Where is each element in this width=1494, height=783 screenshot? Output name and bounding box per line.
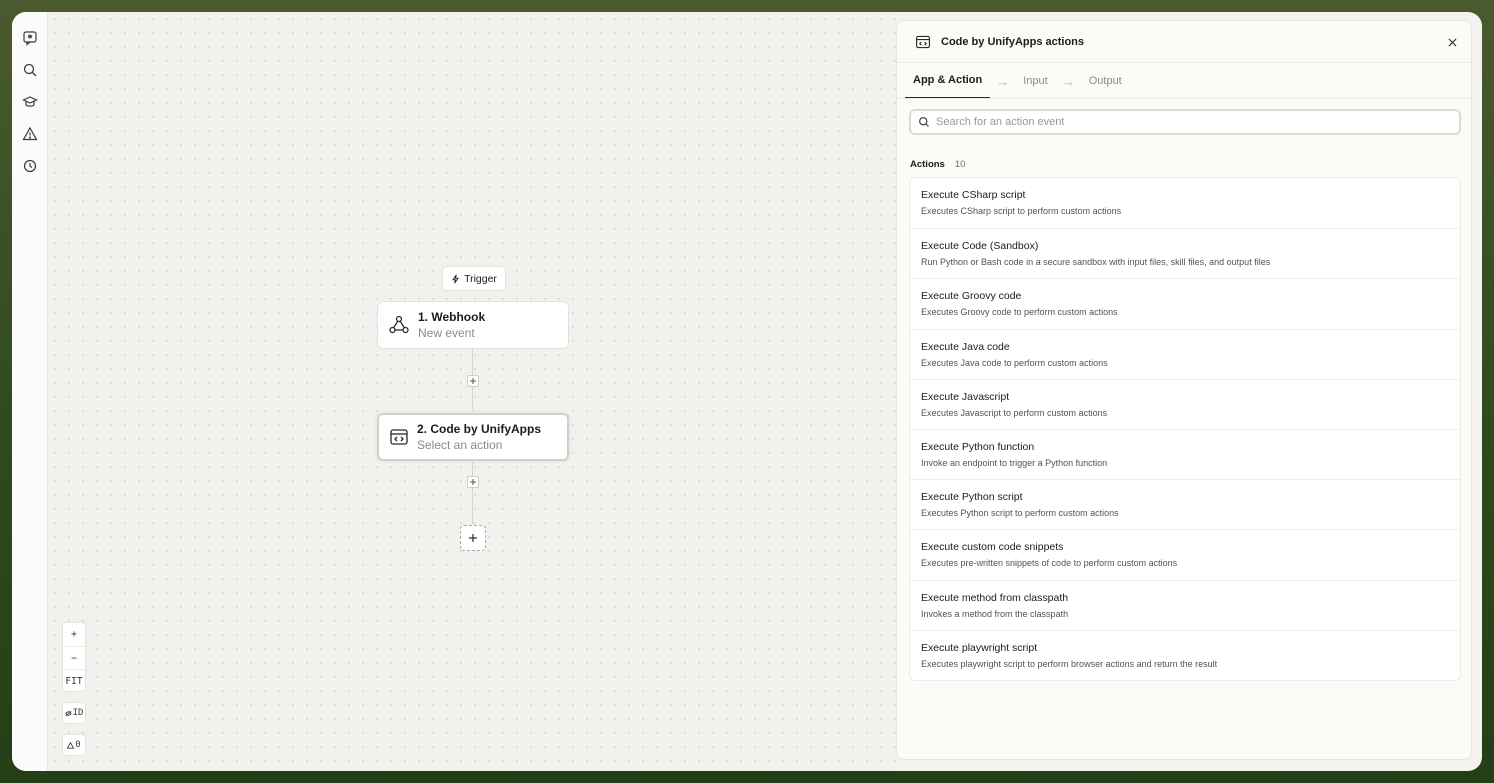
arrow-right-icon: → xyxy=(996,73,1010,89)
action-item[interactable]: Execute Python function Invoke an endpoin… xyxy=(910,428,1460,479)
step-tabs: App & Action → Input → Output xyxy=(905,63,1130,99)
action-title: Execute Java code xyxy=(921,340,1010,353)
warnings-count: 0 xyxy=(75,740,81,750)
action-description: Executes CSharp script to perform custom… xyxy=(921,206,1122,216)
search-box xyxy=(909,109,1461,135)
action-item[interactable]: Execute Java code Executes Java code to p… xyxy=(910,328,1460,379)
panel-title: Code by UnifyApps actions xyxy=(941,35,1085,48)
tab-output[interactable]: Output xyxy=(1081,63,1130,99)
graduation-cap-icon[interactable] xyxy=(18,90,42,114)
action-description: Executes Python script to perform custom… xyxy=(921,508,1119,519)
node-title: 2. Code by UnifyApps xyxy=(417,422,542,436)
search-icon xyxy=(919,117,929,127)
action-description: Executes Java code to perform custom act… xyxy=(921,357,1108,368)
ai-chat-icon[interactable] xyxy=(18,26,42,50)
webhook-icon xyxy=(389,315,409,334)
app-window: Trigger 1. Webhook New event 2. Code by … xyxy=(12,12,1482,771)
close-button[interactable] xyxy=(1443,33,1461,51)
action-title: Execute Code (Sandbox) xyxy=(921,240,1039,253)
action-title: Execute custom code snippets xyxy=(921,541,1064,554)
action-title: Execute method from classpath xyxy=(921,591,1069,604)
zoom-out-button[interactable]: − xyxy=(63,646,85,669)
actions-header: Actions 10 xyxy=(910,159,965,170)
action-item[interactable]: Execute Groovy code Executes Groovy code … xyxy=(910,278,1460,328)
history-icon[interactable] xyxy=(18,154,42,178)
lightning-icon xyxy=(452,274,459,283)
action-title: Execute Python script xyxy=(921,491,1023,504)
action-title: Execute playwright script xyxy=(921,641,1038,654)
action-title: Execute Python function xyxy=(921,440,1035,453)
actions-list: Execute CSharp script Executes CSharp scr… xyxy=(909,177,1461,681)
action-title: Execute CSharp script xyxy=(921,189,1026,201)
action-description: Invokes a method from the classpath xyxy=(921,608,1069,619)
code-node[interactable]: 2. Code by UnifyApps Select an action xyxy=(377,413,569,461)
tab-app-action[interactable]: App & Action xyxy=(905,63,991,99)
plus-icon xyxy=(470,479,476,485)
insert-step-button[interactable] xyxy=(467,476,479,488)
tab-input[interactable]: Input xyxy=(1015,63,1055,99)
action-item[interactable]: Execute custom code snippets Executes pre… xyxy=(910,529,1460,579)
search-icon[interactable] xyxy=(18,58,42,82)
action-item[interactable]: Execute CSharp script Executes CSharp scr… xyxy=(910,178,1460,228)
action-item[interactable]: Execute Javascript Executes Javascript to… xyxy=(910,378,1460,429)
action-item[interactable]: Execute method from classpath Invokes a m… xyxy=(910,579,1460,630)
code-icon xyxy=(916,35,930,48)
actions-label: Actions xyxy=(910,159,945,170)
plus-icon xyxy=(469,534,477,542)
zoom-controls: + − FIT xyxy=(62,622,86,692)
action-item[interactable]: Execute Code (Sandbox) Run Python or Bash… xyxy=(910,228,1460,278)
action-title: Execute Groovy code xyxy=(921,290,1022,303)
action-description: Executes Javascript to perform custom ac… xyxy=(921,407,1108,418)
plus-icon xyxy=(470,378,476,384)
tabs-divider xyxy=(897,98,1471,99)
fit-view-button[interactable]: FIT xyxy=(63,669,85,692)
warning-icon xyxy=(67,741,75,749)
trigger-label: Trigger xyxy=(464,272,497,285)
action-item[interactable]: Execute Python script Executes Python scr… xyxy=(910,479,1460,529)
insert-step-button[interactable] xyxy=(467,375,479,387)
workflow-canvas[interactable]: Trigger 1. Webhook New event 2. Code by … xyxy=(48,12,896,771)
node-subtitle: New event xyxy=(418,326,475,340)
eye-off-icon xyxy=(64,710,72,716)
left-rail xyxy=(12,12,48,771)
arrow-right-icon: → xyxy=(1061,73,1075,89)
id-toggle-button[interactable]: ID xyxy=(62,702,86,724)
action-title: Execute Javascript xyxy=(921,390,1010,403)
action-description: Executes pre-written snippets of code to… xyxy=(921,558,1178,569)
actions-count: 10 xyxy=(954,159,966,170)
warnings-button[interactable]: 0 xyxy=(62,734,86,756)
actions-panel: Code by UnifyApps actions App & Action →… xyxy=(896,20,1472,760)
node-title: 1. Webhook xyxy=(418,310,486,324)
close-icon xyxy=(1447,37,1457,47)
node-subtitle: Select an action xyxy=(417,438,503,452)
add-step-button[interactable] xyxy=(460,525,486,551)
webhook-node[interactable]: 1. Webhook New event xyxy=(377,301,569,349)
action-description: Executes playwright script to perform br… xyxy=(921,658,1218,669)
action-description: Invoke an endpoint to trigger a Python f… xyxy=(921,457,1108,468)
connector-line xyxy=(472,462,473,525)
trigger-badge: Trigger xyxy=(442,266,506,291)
zoom-in-button[interactable]: + xyxy=(63,623,85,646)
action-description: Executes Groovy code to perform custom a… xyxy=(921,307,1118,318)
panel-header: Code by UnifyApps actions xyxy=(897,21,1471,63)
action-description: Run Python or Bash code in a secure sand… xyxy=(921,257,1271,268)
code-icon xyxy=(390,429,408,445)
action-item[interactable]: Execute playwright script Executes playwr… xyxy=(910,629,1460,680)
id-toggle-label: ID xyxy=(72,708,84,718)
warning-icon[interactable] xyxy=(18,122,42,146)
search-input[interactable] xyxy=(936,116,1436,128)
